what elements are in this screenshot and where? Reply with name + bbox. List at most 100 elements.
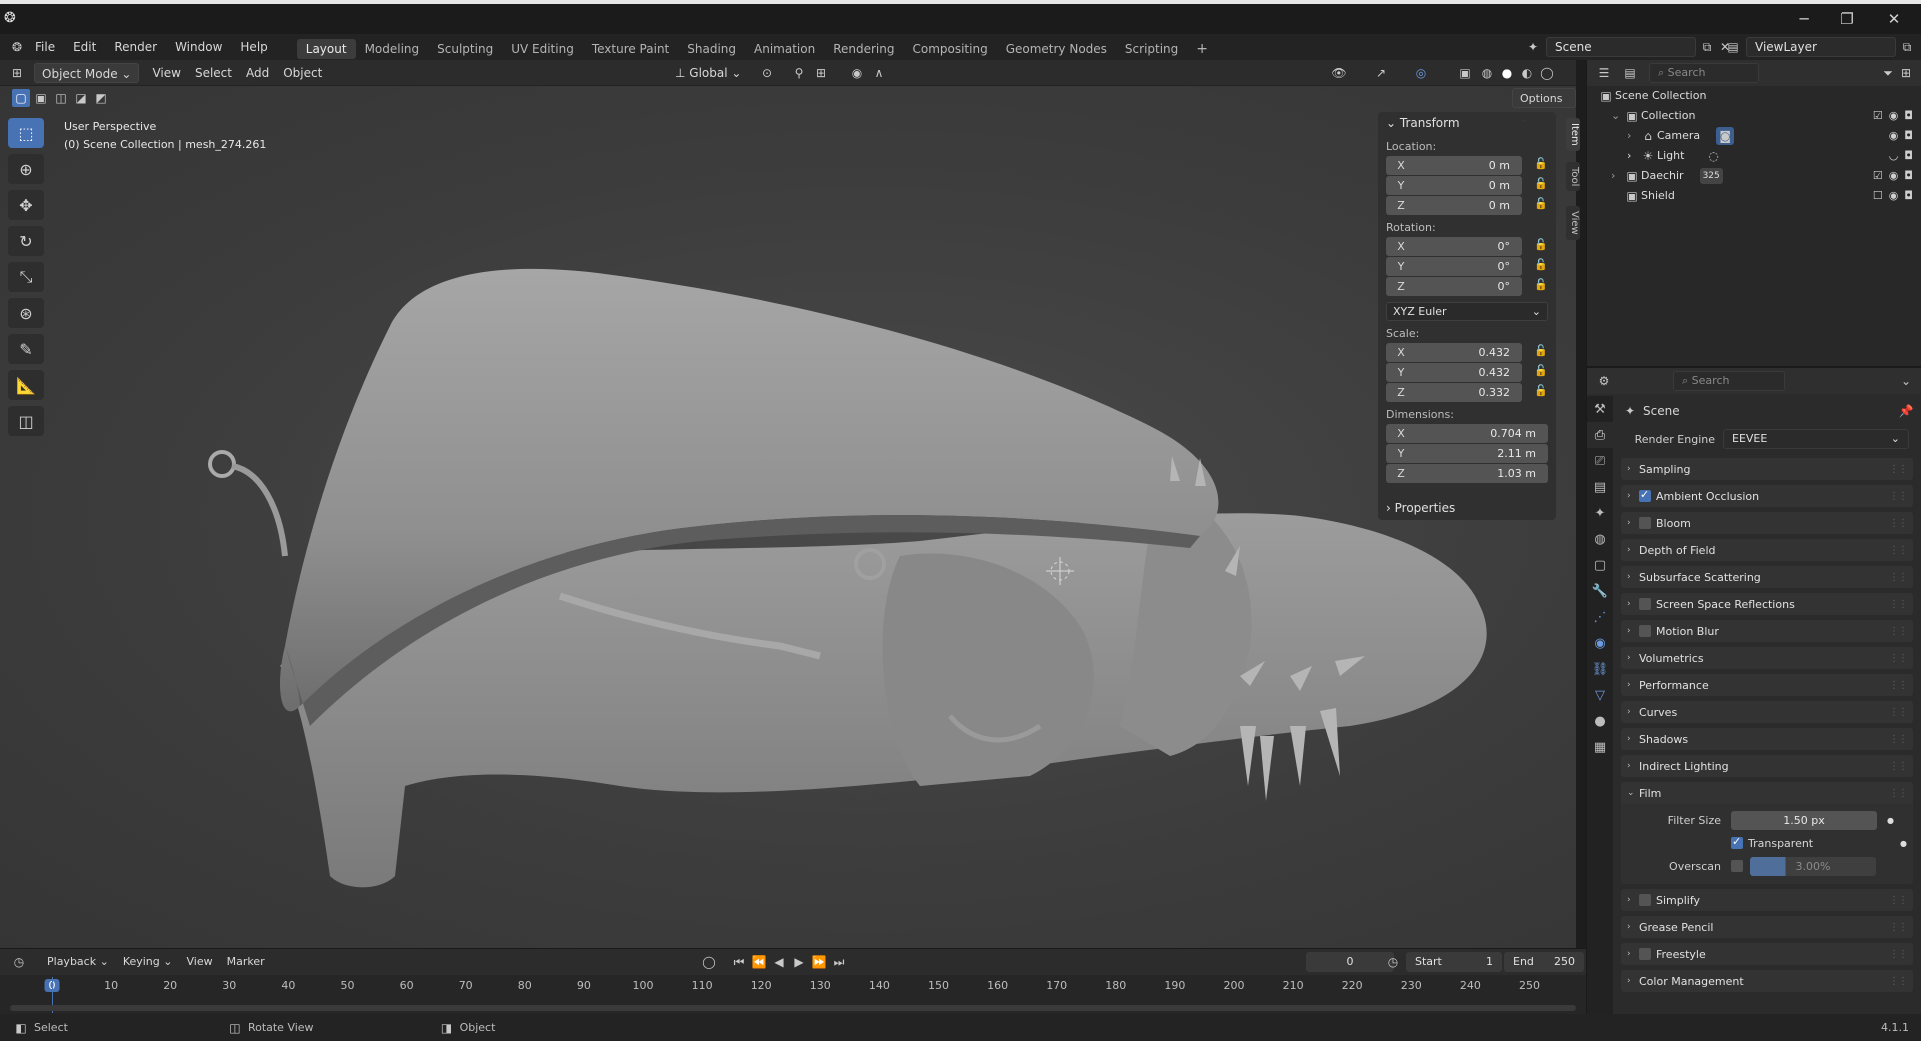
tab-rendering[interactable]: Rendering xyxy=(824,39,903,59)
filter-icon[interactable]: ⏷ xyxy=(1879,64,1897,82)
move-tool[interactable]: ✥ xyxy=(8,190,44,220)
menu-timeline-view[interactable]: View xyxy=(179,952,219,972)
menu-playback[interactable]: Playback ⌄ xyxy=(40,952,116,972)
add-workspace-button[interactable]: + xyxy=(1187,39,1217,59)
rendered-shading-icon[interactable]: ◯ xyxy=(1538,64,1556,82)
cursor-tool[interactable]: ⊕ xyxy=(8,154,44,184)
rotate-tool[interactable]: ↻ xyxy=(8,226,44,256)
lock-icon[interactable]: 🔓 xyxy=(1534,238,1548,251)
ssr-checkbox[interactable] xyxy=(1639,598,1651,610)
checkbox-icon[interactable]: ☑ xyxy=(1873,106,1883,126)
scene-new-icon[interactable]: ⧉ xyxy=(1698,38,1716,56)
blender-menu-icon[interactable]: ❂ xyxy=(8,38,26,56)
section-freestyle[interactable]: › Freestyle ⋮⋮ xyxy=(1621,943,1913,965)
restore-icon[interactable]: ❐ xyxy=(1837,10,1857,30)
camera-data-icon[interactable]: ◙ xyxy=(1716,127,1735,145)
overscan-field[interactable]: 3.00% xyxy=(1750,856,1876,876)
outliner-collection[interactable]: ⌄ ▣ Collection ☑ ◉ ◘ xyxy=(1587,106,1921,126)
end-frame-field[interactable]: End 250 xyxy=(1504,952,1584,972)
lock-icon[interactable]: 🔓 xyxy=(1534,177,1548,190)
sidebar-tab-view[interactable]: View xyxy=(1566,206,1580,240)
world-tab-icon[interactable]: ◍ xyxy=(1587,526,1613,552)
rotation-x-field[interactable]: X 0° 🔓 xyxy=(1386,237,1548,256)
object-mode-dropdown[interactable]: Object Mode ⌄ xyxy=(34,62,140,83)
material-shading-icon[interactable]: ◐ xyxy=(1518,64,1536,82)
drag-grip-icon[interactable]: ⋮⋮ xyxy=(1889,922,1908,933)
camera-render-icon[interactable]: ◘ xyxy=(1904,166,1913,186)
drag-grip-icon[interactable]: ⋮⋮ xyxy=(1889,518,1908,529)
play-icon[interactable]: ▶ xyxy=(790,953,808,971)
rotation-z-field[interactable]: Z 0° 🔓 xyxy=(1386,277,1548,296)
dimension-x-field[interactable]: X 0.704 m xyxy=(1386,424,1548,443)
outliner-scene-collection[interactable]: ▣ Scene Collection xyxy=(1587,86,1921,106)
menu-object[interactable]: Object xyxy=(276,63,329,83)
outliner-shield[interactable]: ▣ Shield ☐ ◉ ◘ xyxy=(1587,186,1921,206)
overscan-checkbox[interactable] xyxy=(1731,860,1743,872)
gizmo-icon[interactable]: ↗ xyxy=(1372,64,1390,82)
transform-header[interactable]: ⌄ Transform xyxy=(1378,112,1556,134)
sidebar-tab-tool[interactable]: Tool xyxy=(1566,162,1580,192)
transparent-checkbox[interactable] xyxy=(1731,835,1743,849)
outliner-camera[interactable]: › ⌂ Camera ◙ ◉ ◘ xyxy=(1587,126,1921,146)
checkbox-empty-icon[interactable]: ☐ xyxy=(1873,186,1883,206)
tab-sculpting[interactable]: Sculpting xyxy=(428,39,502,59)
dimension-y-field[interactable]: Y 2.11 m xyxy=(1386,444,1548,463)
overlay-icon[interactable]: ◎ xyxy=(1412,64,1430,82)
rotation-mode-dropdown[interactable]: XYZ Euler ⌄ xyxy=(1386,302,1548,321)
minimize-icon[interactable]: ─ xyxy=(1794,10,1814,30)
scene-icon[interactable]: ✦ xyxy=(1524,38,1542,56)
expand-icon[interactable]: › xyxy=(1627,146,1639,166)
view-layer-tab-icon[interactable]: ▤ xyxy=(1587,474,1613,500)
lock-icon[interactable]: 🔓 xyxy=(1534,344,1548,357)
drag-grip-icon[interactable]: ⋮⋮ xyxy=(1889,572,1908,583)
editor-type-icon[interactable]: ⊞ xyxy=(8,64,26,82)
3d-viewport[interactable]: ▢ ▣ ◫ ◪ ◩ Options ⌄ User Perspective (0)… xyxy=(0,86,1576,948)
select-box-tool[interactable]: ⬚ xyxy=(8,118,44,148)
tool-tab-icon[interactable]: ⚒ xyxy=(1587,396,1613,422)
viewlayer-delete-icon[interactable]: ✕ xyxy=(1916,38,1921,56)
outliner-light[interactable]: › ☀ Light ◌ ◡ ◘ xyxy=(1587,146,1921,166)
section-curves[interactable]: › Curves ⋮⋮ xyxy=(1621,701,1913,723)
checkbox-icon[interactable]: ☑ xyxy=(1873,166,1883,186)
menu-file[interactable]: File xyxy=(26,34,64,60)
constraints-tab-icon[interactable]: ⛓ xyxy=(1587,656,1613,682)
transform-tool[interactable]: ⊛ xyxy=(8,298,44,328)
keyframe-dot-icon[interactable]: ● xyxy=(1887,816,1894,825)
freestyle-checkbox[interactable] xyxy=(1639,948,1651,960)
dimension-z-field[interactable]: Z 1.03 m xyxy=(1386,464,1548,483)
timeline-ruler[interactable]: 0102030405060708090100110120130140150160… xyxy=(0,975,1586,1015)
snap-target-icon[interactable]: ⊞ xyxy=(812,64,830,82)
mesh-model[interactable] xyxy=(0,86,1570,946)
menu-view[interactable]: View xyxy=(145,63,187,83)
snap-icon[interactable]: ⚲ xyxy=(790,64,808,82)
material-tab-icon[interactable]: ● xyxy=(1587,708,1613,734)
prev-keyframe-icon[interactable]: ⏪ xyxy=(750,953,768,971)
section-motion-blur[interactable]: › Motion Blur ⋮⋮ xyxy=(1621,620,1913,642)
eye-icon[interactable]: ◉ xyxy=(1889,166,1899,186)
drag-grip-icon[interactable]: ⋮⋮ xyxy=(1889,464,1908,475)
auto-keying-icon[interactable]: ◯ xyxy=(700,953,718,971)
section-subsurface-scattering[interactable]: › Subsurface Scattering ⋮⋮ xyxy=(1621,566,1913,588)
outliner-editor-icon[interactable]: ☰ xyxy=(1595,64,1613,82)
current-frame-field[interactable]: 0 xyxy=(1306,952,1394,972)
tab-layout[interactable]: Layout xyxy=(296,38,356,59)
camera-render-icon[interactable]: ◘ xyxy=(1904,106,1913,126)
section-simplify[interactable]: › Simplify ⋮⋮ xyxy=(1621,889,1913,911)
visibility-icon[interactable]: 👁 xyxy=(1330,64,1348,82)
lock-icon[interactable]: 🔓 xyxy=(1534,384,1548,397)
pivot-icon[interactable]: ⊙ xyxy=(758,64,776,82)
drag-grip-icon[interactable]: ⋮⋮ xyxy=(1889,491,1908,502)
light-data-icon[interactable]: ◌ xyxy=(1704,147,1722,165)
section-sampling[interactable]: › Sampling ⋮⋮ xyxy=(1621,458,1913,480)
section-screen-space-reflections[interactable]: › Screen Space Reflections ⋮⋮ xyxy=(1621,593,1913,615)
outliner-daechir[interactable]: › ▣ Daechir 325 ☑ ◉ ◘ xyxy=(1587,166,1921,186)
scale-tool[interactable]: ⤡ xyxy=(8,262,44,292)
viewlayer-icon[interactable]: ▤ xyxy=(1724,38,1742,56)
output-tab-icon[interactable]: ⎚ xyxy=(1587,448,1613,474)
annotate-tool[interactable]: ✎ xyxy=(8,334,44,364)
drag-grip-icon[interactable]: ⋮⋮ xyxy=(1889,626,1908,637)
drag-grip-icon[interactable]: ⋮⋮ xyxy=(1889,680,1908,691)
menu-keying[interactable]: Keying ⌄ xyxy=(116,952,180,972)
section-performance[interactable]: › Performance ⋮⋮ xyxy=(1621,674,1913,696)
lock-icon[interactable]: 🔓 xyxy=(1534,197,1548,210)
